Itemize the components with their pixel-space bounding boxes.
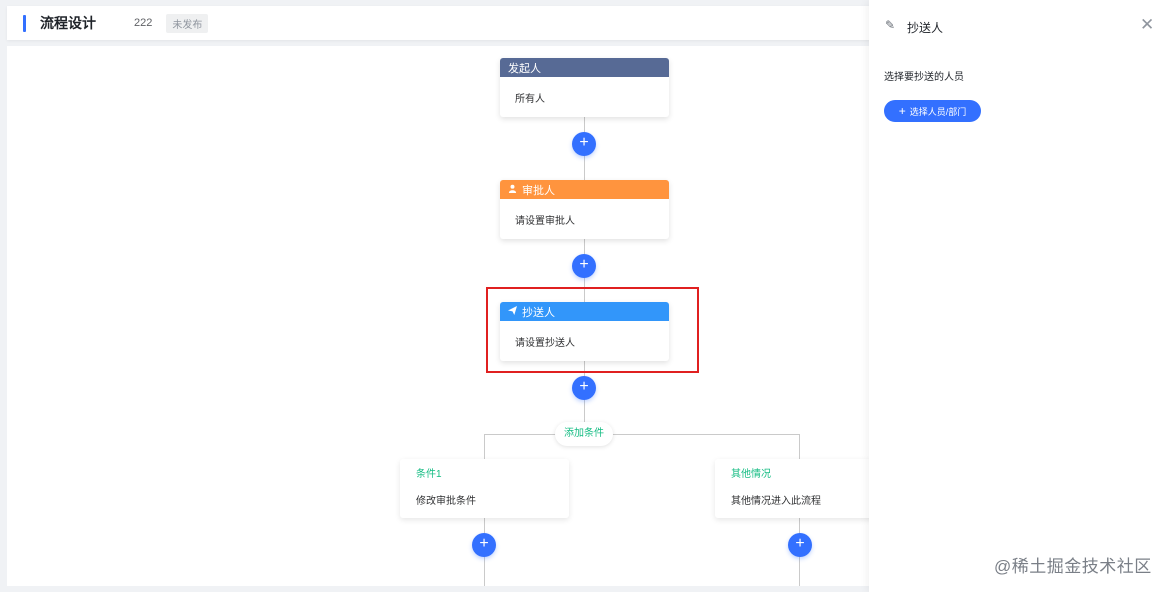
section-label: 选择要抄送的人员 <box>884 72 964 83</box>
flow-canvas: 发起人 所有人 + 审批人 请设置审批人 + 抄送人 请设置抄送人 + 添加条件… <box>7 46 887 586</box>
page-header: 流程设计 222 未发布 <box>7 6 887 40</box>
user-icon <box>508 184 517 195</box>
initiator-content: 所有人 <box>515 93 545 105</box>
selection-highlight <box>486 287 699 373</box>
initiator-node-header: 发起人 <box>500 58 669 77</box>
status-badge: 未发布 <box>166 13 209 33</box>
condition-content: 修改审批条件 <box>416 496 476 507</box>
flow-number: 222 <box>134 17 153 29</box>
add-node-button[interactable]: + <box>472 533 496 557</box>
edit-icon[interactable]: ✎ <box>885 18 895 32</box>
approver-node-header: 审批人 <box>500 180 669 199</box>
approver-node[interactable]: 审批人 请设置审批人 <box>500 180 669 239</box>
plus-icon: + <box>898 104 906 118</box>
close-icon[interactable]: ✕ <box>1140 15 1154 35</box>
add-node-button[interactable]: + <box>572 254 596 278</box>
watermark: @稀土掘金技术社区 <box>994 557 1152 576</box>
initiator-title: 发起人 <box>508 62 541 75</box>
condition-title: 其他情况 <box>731 469 771 480</box>
add-node-button[interactable]: + <box>572 132 596 156</box>
condition-card[interactable]: 条件1 修改审批条件 <box>400 459 569 518</box>
branch-line <box>484 434 800 435</box>
add-condition-button[interactable]: 添加条件 <box>555 422 613 446</box>
initiator-node[interactable]: 发起人 所有人 <box>500 58 669 117</box>
approver-content: 请设置审批人 <box>515 215 575 227</box>
approver-title: 审批人 <box>522 184 555 197</box>
select-members-label: 选择人员/部门 <box>909 106 967 117</box>
condition-title: 条件1 <box>416 469 442 480</box>
page-title: 流程设计 <box>40 15 96 31</box>
cc-settings-panel: ✎ 抄送人 ✕ 选择要抄送的人员 + 选择人员/部门 <box>869 0 1175 592</box>
title-accent-bar <box>23 14 26 32</box>
panel-title: 抄送人 <box>907 21 944 35</box>
select-members-button[interactable]: + 选择人员/部门 <box>884 100 981 122</box>
condition-content: 其他情况进入此流程 <box>731 496 821 507</box>
add-node-button[interactable]: + <box>572 376 596 400</box>
condition-card[interactable]: 其他情况 其他情况进入此流程 <box>715 459 884 518</box>
add-node-button[interactable]: + <box>788 533 812 557</box>
